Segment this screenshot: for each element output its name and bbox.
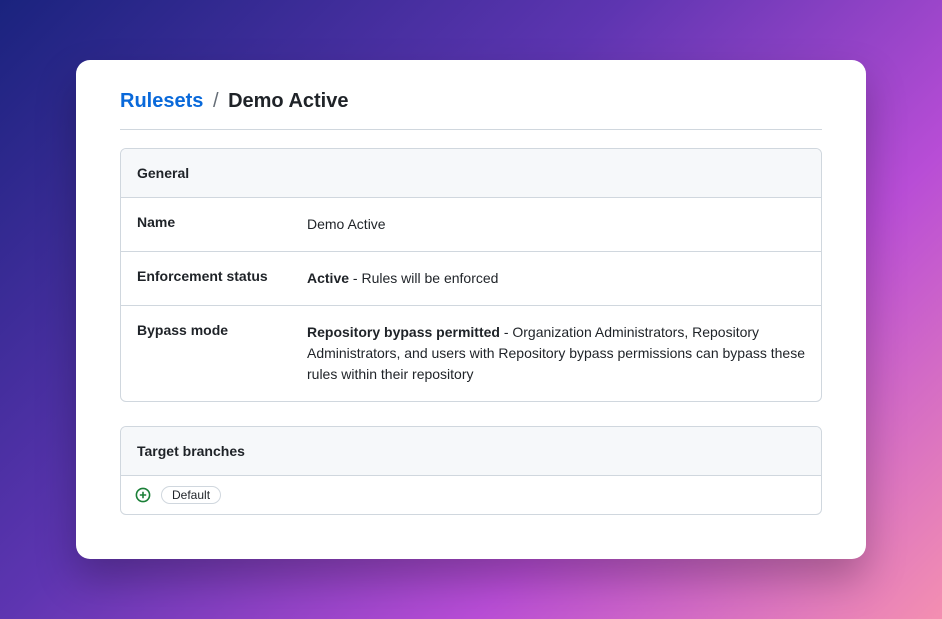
row-name: Name Demo Active xyxy=(121,198,821,252)
row-bypass: Bypass mode Repository bypass permitted … xyxy=(121,306,821,401)
row-name-label: Name xyxy=(137,214,307,235)
breadcrumb-separator: / xyxy=(213,90,219,112)
enforcement-status-strong: Active xyxy=(307,270,349,286)
row-enforcement: Enforcement status Active - Rules will b… xyxy=(121,252,821,306)
row-enforcement-value: Active - Rules will be enforced xyxy=(307,268,805,289)
target-branch-row: Default xyxy=(121,476,821,514)
row-name-value: Demo Active xyxy=(307,214,805,235)
breadcrumb-root-link[interactable]: Rulesets xyxy=(120,90,203,112)
branch-chip-default[interactable]: Default xyxy=(161,486,221,504)
row-bypass-value: Repository bypass permitted - Organizati… xyxy=(307,322,805,385)
bypass-mode-strong: Repository bypass permitted xyxy=(307,324,500,340)
breadcrumb: Rulesets / Demo Active xyxy=(120,90,822,123)
plus-circle-icon xyxy=(135,487,151,503)
target-branches-panel: Target branches Default xyxy=(120,426,822,515)
general-panel: General Name Demo Active Enforcement sta… xyxy=(120,148,822,402)
enforcement-status-rest: - Rules will be enforced xyxy=(349,270,498,286)
breadcrumb-current: Demo Active xyxy=(228,90,348,112)
target-branches-header: Target branches xyxy=(121,427,821,476)
row-enforcement-label: Enforcement status xyxy=(137,268,307,289)
ruleset-card: Rulesets / Demo Active General Name Demo… xyxy=(76,60,866,559)
general-panel-header: General xyxy=(121,149,821,198)
header-divider xyxy=(120,129,822,130)
row-bypass-label: Bypass mode xyxy=(137,322,307,385)
